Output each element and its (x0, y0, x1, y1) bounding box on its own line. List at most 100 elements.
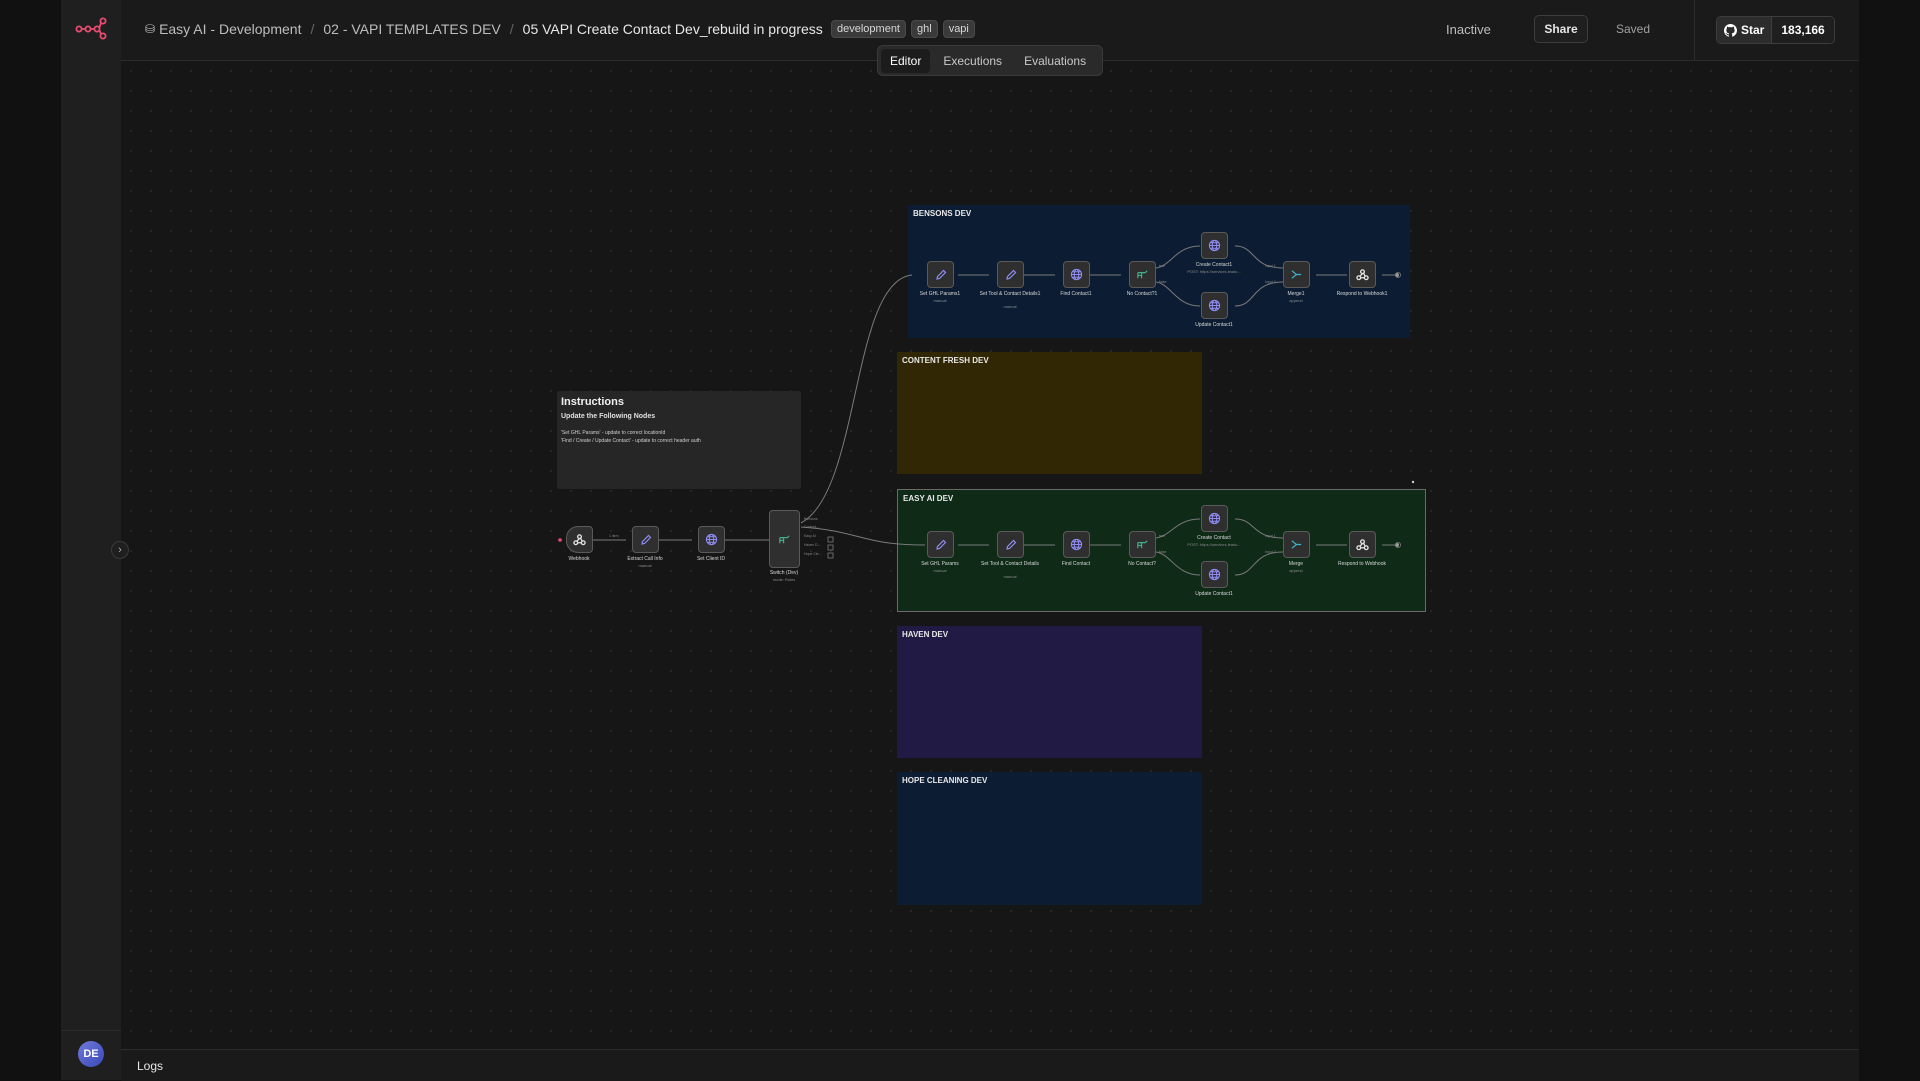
sidebar-divider (61, 1030, 121, 1031)
node-create-contact-1[interactable] (1201, 232, 1228, 259)
main-sidebar: DE (61, 0, 122, 1080)
tag-development[interactable]: development (831, 20, 906, 38)
node-label: Set GHL Params1 (919, 291, 961, 297)
workflow-canvas[interactable]: BENSONS DEV CONTENT FRESH DEV EASY AI DE… (121, 61, 1859, 1049)
node-no-contact[interactable] (1129, 531, 1156, 558)
node-subtitle: append (1289, 568, 1303, 573)
node-update-contact-1[interactable] (1201, 292, 1228, 319)
node-respond-webhook-1[interactable] (1349, 261, 1376, 288)
logs-panel-bar[interactable]: Logs (121, 1049, 1859, 1081)
node-label: No Contact?1 (1126, 291, 1158, 297)
switch-output-label: Haven D... (804, 543, 821, 547)
pencil-icon (640, 534, 651, 545)
breadcrumb-folder[interactable]: 02 - VAPI TEMPLATES DEV (323, 21, 500, 37)
node-label: Set GHL Params (921, 561, 959, 567)
node-subtitle: manual (1003, 574, 1017, 579)
globe-icon (1208, 239, 1221, 252)
active-toggle-status[interactable]: Inactive (1446, 22, 1491, 37)
n8n-logo-icon[interactable] (75, 16, 107, 40)
node-subtitle: manual (933, 568, 947, 573)
node-subtitle: manual (638, 563, 652, 568)
if-icon (1137, 270, 1148, 279)
switch-icon (779, 534, 790, 543)
tag-vapi[interactable]: vapi (942, 20, 975, 38)
port-label-input-1: Input 1 (1265, 534, 1276, 538)
merge-icon (1291, 540, 1302, 549)
node-webhook[interactable] (566, 526, 593, 553)
share-button[interactable]: Share (1534, 15, 1588, 43)
node-set-tool-contact-1[interactable] (997, 261, 1024, 288)
port-label-input-2: Input 2 (1265, 550, 1276, 554)
node-set-ghl-params-1[interactable] (927, 261, 954, 288)
switch-output-label: Easy AI (804, 534, 816, 538)
tag-ghl[interactable]: ghl (911, 20, 938, 38)
node-find-contact-1[interactable] (1063, 261, 1090, 288)
node-merge-1[interactable] (1283, 261, 1310, 288)
node-merge[interactable] (1283, 531, 1310, 558)
node-label: Respond to Webhook1 (1336, 291, 1388, 297)
expand-sidebar-chevron-icon[interactable]: › (111, 541, 129, 559)
node-label: Set Client ID (696, 556, 726, 562)
port-label-input-1: Input 1 (1265, 264, 1276, 268)
node-label: No Contact? (1128, 561, 1156, 567)
breadcrumb-project[interactable]: Easy AI - Development (159, 21, 301, 37)
webhook-icon (1356, 539, 1369, 551)
left-gutter (0, 0, 61, 1080)
port-label-input-2: Input 2 (1265, 280, 1276, 284)
node-find-contact[interactable] (1063, 531, 1090, 558)
globe-icon (705, 533, 718, 546)
node-extract-call-info[interactable] (632, 526, 659, 553)
node-subtitle: manual (1003, 304, 1017, 309)
saved-status: Saved (1616, 22, 1651, 36)
view-tabs: Editor Executions Evaluations (877, 45, 1103, 76)
pencil-icon (935, 539, 946, 550)
node-label: Respond to Webhook (1338, 561, 1386, 567)
right-gutter (1859, 0, 1920, 1080)
github-star-label: Star (1741, 23, 1765, 37)
project-icon: ⛁ (145, 22, 156, 36)
node-label: Update Contact1 (1195, 322, 1233, 328)
port-label-false: false (1159, 550, 1167, 554)
node-subtitle: POST: https://services.leadc... (1187, 542, 1241, 547)
workflow-name[interactable]: 05 VAPI Create Contact Dev_rebuild in pr… (523, 21, 823, 37)
github-star-left[interactable]: Star (1717, 17, 1773, 43)
globe-icon (1208, 512, 1221, 525)
switch-output-label: Bensons (804, 517, 818, 521)
node-switch-dev[interactable] (769, 510, 800, 568)
workflow-tags[interactable]: development ghl vapi (831, 20, 975, 38)
merge-icon (1291, 270, 1302, 279)
node-respond-webhook[interactable] (1349, 531, 1376, 558)
globe-icon (1208, 299, 1221, 312)
port-label-true: true (1159, 264, 1166, 268)
if-icon (1137, 540, 1148, 549)
breadcrumb-separator: / (509, 21, 514, 37)
github-star-count[interactable]: 183,166 (1772, 17, 1834, 43)
node-update-contact[interactable] (1201, 561, 1228, 588)
node-no-contact-1[interactable] (1129, 261, 1156, 288)
node-label: Create Contact1 (1195, 262, 1233, 268)
node-subtitle: append (1289, 298, 1303, 303)
tab-editor[interactable]: Editor (881, 48, 931, 73)
webhook-icon (1356, 269, 1369, 281)
github-star-button[interactable]: Star 183,166 (1716, 16, 1835, 44)
logs-label[interactable]: Logs (137, 1059, 163, 1073)
webhook-icon (573, 534, 586, 546)
node-label: Switch (Dev) (769, 570, 799, 576)
user-avatar[interactable]: DE (78, 1041, 104, 1067)
pencil-icon (935, 269, 946, 280)
tab-executions[interactable]: Executions (934, 49, 1011, 73)
node-set-client-id[interactable] (698, 526, 725, 553)
tab-evaluations[interactable]: Evaluations (1015, 49, 1095, 73)
node-set-ghl-params[interactable] (927, 531, 954, 558)
node-label: Update Contact1 (1195, 591, 1233, 597)
switch-output-label: Content... (804, 525, 820, 529)
globe-icon (1070, 538, 1083, 551)
item-count-badge: 1 item (609, 534, 619, 538)
breadcrumb: ⛁ Easy AI - Development / 02 - VAPI TEMP… (145, 21, 823, 37)
node-set-tool-contact[interactable] (997, 531, 1024, 558)
node-label: Create Contact (1197, 535, 1231, 541)
node-create-contact[interactable] (1201, 505, 1228, 532)
github-icon (1724, 23, 1737, 37)
globe-icon (1208, 568, 1221, 581)
node-subtitle: POST: https://services.leadc... (1187, 269, 1241, 274)
